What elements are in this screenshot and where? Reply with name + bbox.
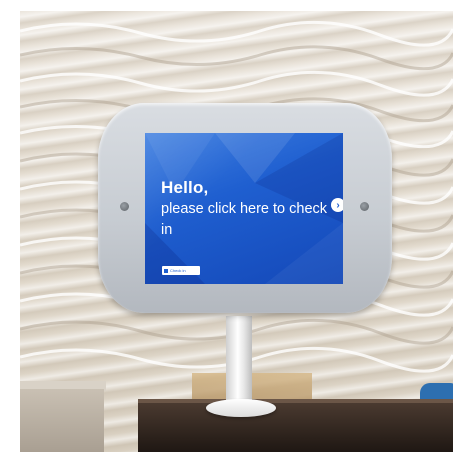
kiosk-photo: Hello, please click here to check in › C…	[20, 11, 453, 452]
check-in-small-button[interactable]: Check in	[162, 266, 200, 275]
check-in-prompt[interactable]: please click here to check in	[161, 199, 337, 241]
kiosk-stand-pole	[226, 316, 252, 408]
kiosk-stand-base	[206, 399, 276, 417]
next-button[interactable]: ›	[331, 198, 343, 212]
reception-desk	[138, 403, 453, 452]
greeting-heading: Hello,	[161, 178, 209, 197]
tablet-screen[interactable]: Hello, please click here to check in › C…	[145, 133, 343, 284]
left-counter	[20, 389, 104, 452]
check-in-icon	[164, 268, 168, 273]
screw-icon	[120, 202, 129, 211]
check-in-small-button-label: Check in	[170, 267, 186, 273]
chevron-right-icon: ›	[336, 199, 340, 211]
tablet-enclosure: Hello, please click here to check in › C…	[98, 103, 392, 313]
screw-icon	[360, 202, 369, 211]
